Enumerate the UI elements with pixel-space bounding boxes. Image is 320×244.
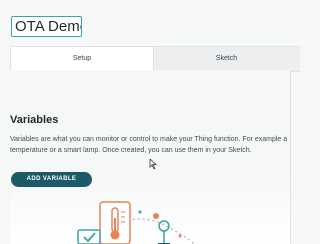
variables-heading: Variables <box>10 114 59 126</box>
cursor-icon <box>149 159 157 169</box>
thermometer-icon <box>99 201 131 244</box>
tab-setup[interactable]: Setup <box>10 47 154 71</box>
variables-description: Variables are what you can monitor or co… <box>10 136 288 154</box>
tab-bar: Setup Sketch <box>10 46 300 72</box>
lamp-icon <box>153 213 170 244</box>
checkbox-icon <box>77 229 101 244</box>
variables-illustration <box>77 201 195 244</box>
panel-divider <box>290 70 291 244</box>
tab-sketch[interactable]: Sketch <box>153 47 300 71</box>
add-variable-button[interactable]: ADD VARIABLE <box>11 172 92 187</box>
thing-name-input[interactable] <box>11 16 82 37</box>
